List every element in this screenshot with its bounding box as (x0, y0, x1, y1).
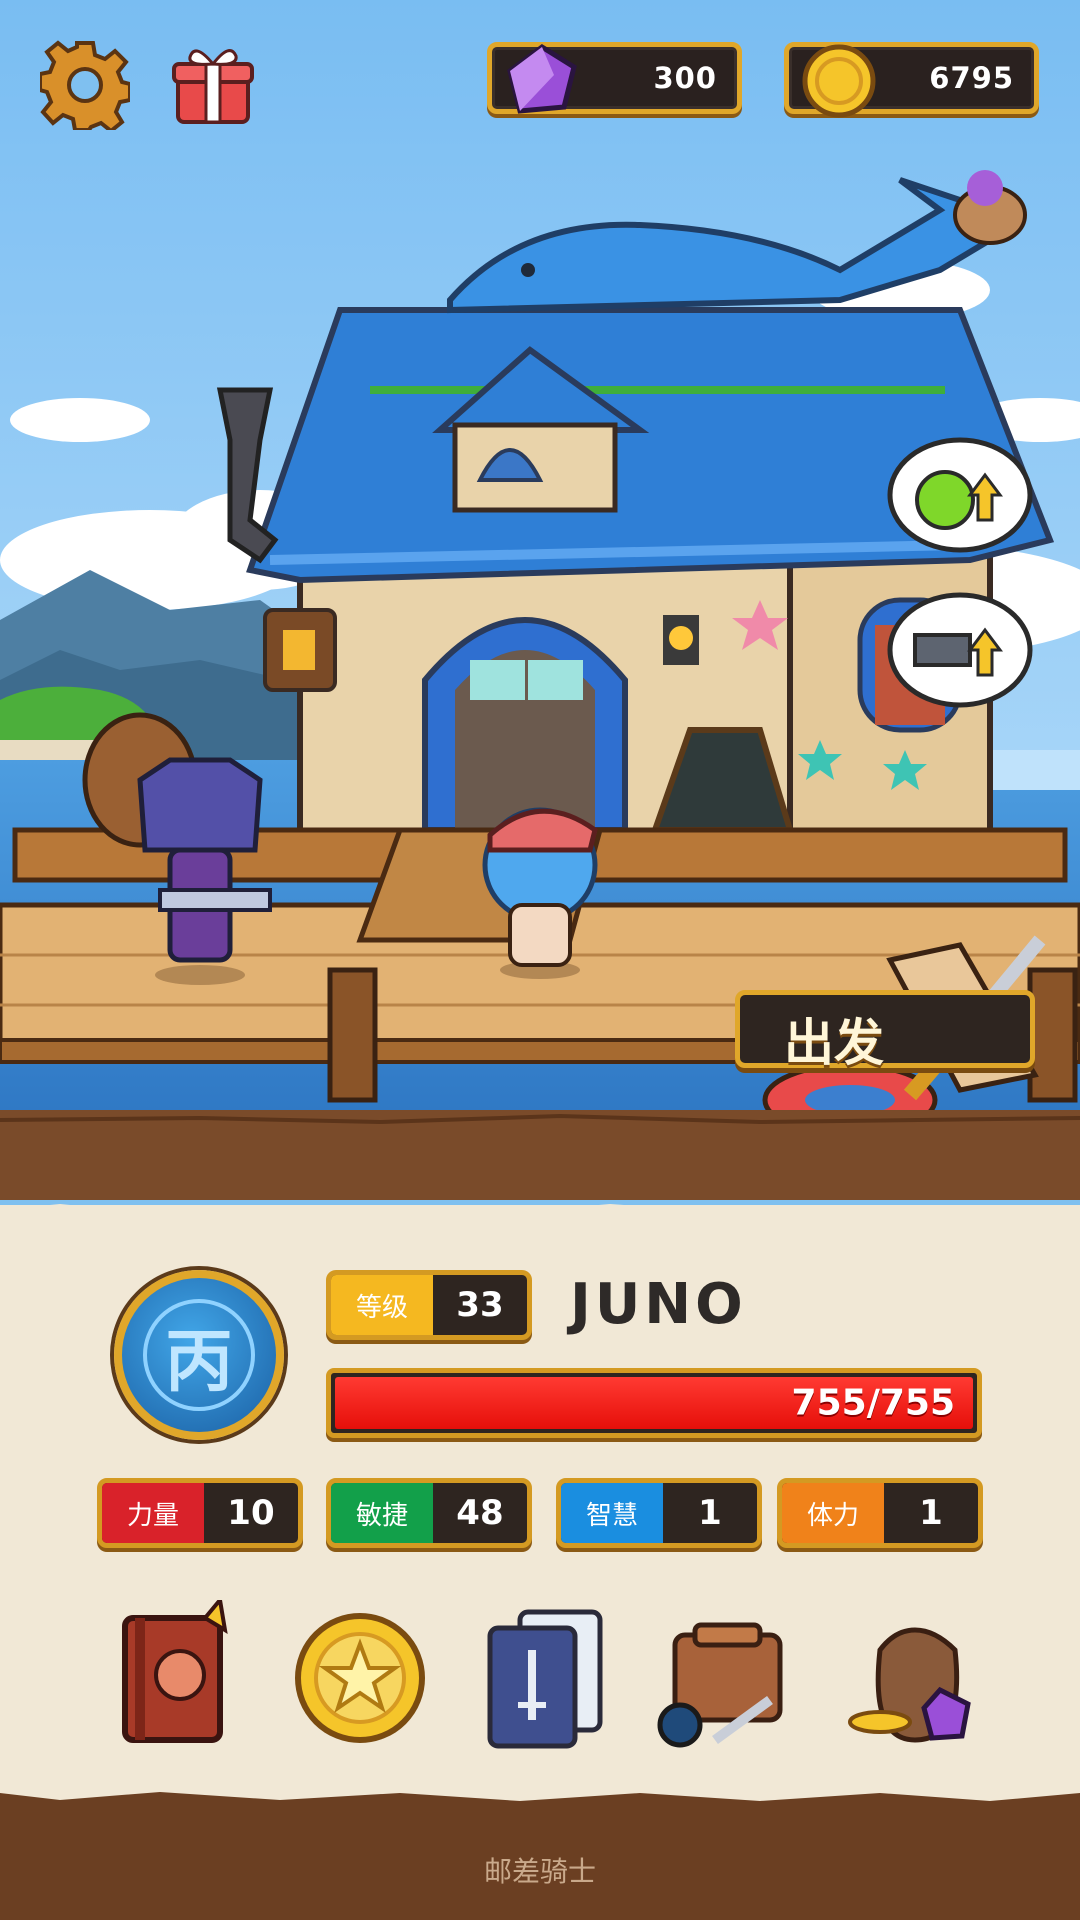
potion-upgrade-bubble[interactable] (887, 437, 1033, 553)
stat-value: 1 (698, 1493, 722, 1533)
sword-cards-icon[interactable] (470, 1600, 620, 1750)
coin-icon (802, 44, 876, 118)
stat-agility: 敏捷 48 (326, 1478, 532, 1548)
footer-title: 邮差骑士 (483, 1855, 596, 1888)
anvil-upgrade-bubble[interactable] (887, 592, 1033, 708)
stat-label: 力量 (102, 1483, 204, 1543)
settings-gear-icon[interactable] (38, 40, 132, 134)
panel-torn-edge (0, 1204, 1080, 1230)
hp-text: 755/755 (791, 1382, 955, 1424)
hero-book-icon[interactable] (100, 1595, 250, 1750)
stat-value: 1 (919, 1493, 943, 1533)
gem-counter[interactable]: 300 (487, 42, 742, 114)
gift-box-icon[interactable] (170, 42, 255, 127)
gem-icon (507, 43, 577, 114)
stat-wisdom: 智慧 1 (556, 1478, 762, 1548)
gem-count: 300 (653, 61, 717, 95)
hero-name: JUNO (570, 1272, 747, 1337)
stat-strength: 力量 10 (97, 1478, 303, 1548)
star-coin-icon[interactable] (285, 1600, 435, 1750)
level-badge: 等级 33 (326, 1270, 532, 1340)
coin-counter[interactable]: 6795 (784, 42, 1039, 118)
level-label: 等级 (331, 1275, 433, 1335)
rank-glyph: 丙 (143, 1299, 255, 1411)
rank-emblem[interactable]: 丙 (114, 1270, 284, 1440)
depart-button[interactable]: 出发 (735, 990, 1035, 1072)
stat-label: 体力 (782, 1483, 884, 1543)
tavern-building (246, 307, 1055, 853)
hp-bar: 755/755 (326, 1368, 982, 1438)
bottom-torn-edge (0, 1775, 1080, 1801)
stat-value: 48 (456, 1493, 504, 1533)
stat-label: 敏捷 (331, 1483, 433, 1543)
inventory-bag-icon[interactable] (655, 1600, 805, 1750)
depart-label: 出发 (784, 1014, 884, 1072)
treasure-sack-icon[interactable] (840, 1600, 990, 1750)
stat-value: 10 (227, 1493, 275, 1533)
level-value: 33 (456, 1285, 504, 1325)
stat-stamina: 体力 1 (777, 1478, 983, 1548)
coin-count: 6795 (929, 61, 1014, 95)
stat-label: 智慧 (561, 1483, 663, 1543)
